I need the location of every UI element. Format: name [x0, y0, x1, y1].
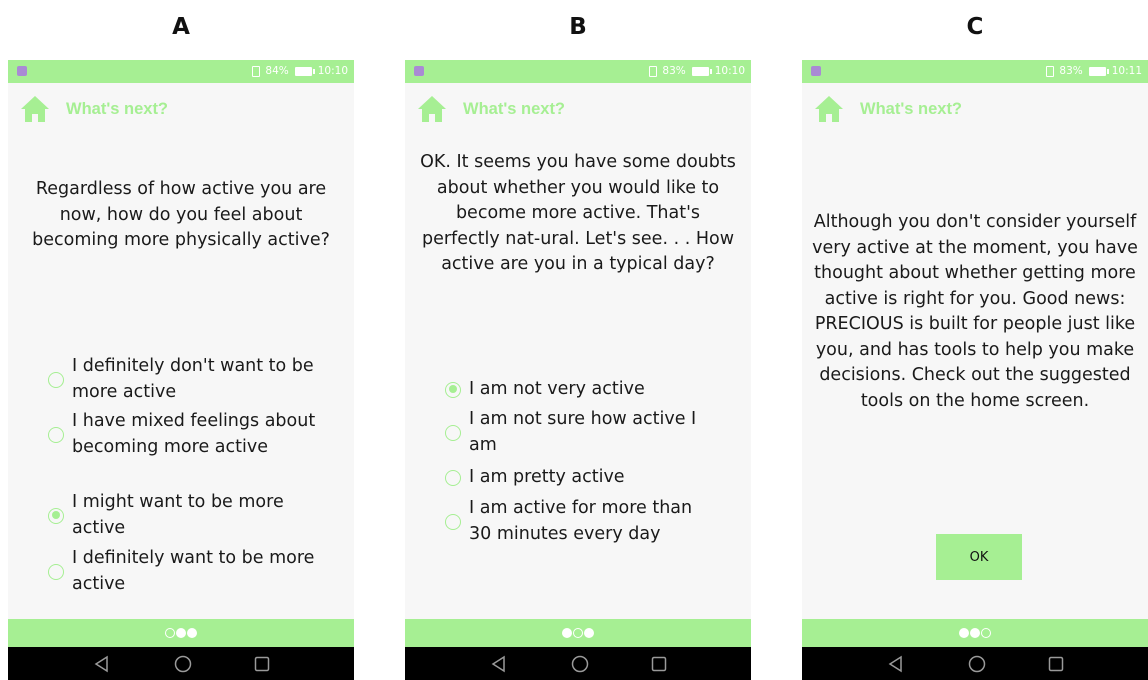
back-icon[interactable] — [887, 655, 905, 673]
status-bar: 84% 10:10 — [8, 60, 354, 83]
status-time: 10:10 — [317, 65, 348, 77]
page-dot-active — [176, 628, 186, 638]
option-label: I definitely don't want to be more activ… — [72, 356, 314, 402]
option-item[interactable]: I definitely want to be more active — [48, 546, 318, 597]
status-info: 84% 10:10 — [252, 65, 348, 77]
battery-percent: 84% — [265, 65, 289, 77]
status-bar: 83% 10:11 — [802, 60, 1148, 83]
sim-icon — [649, 65, 658, 77]
page-indicator — [802, 619, 1148, 647]
option-item[interactable]: I might want to be more active — [48, 490, 318, 541]
battery-icon — [294, 66, 315, 76]
phone-screen: 84% 10:10 What's next? Regardless of how… — [8, 60, 354, 680]
phone-screen: 83% 10:11 What's next? Although you don'… — [802, 60, 1148, 680]
navigation-bar — [802, 647, 1148, 680]
page-dot-active — [584, 628, 594, 638]
message-text: Although you don't consider yourself ver… — [812, 212, 1138, 411]
header: What's next? — [20, 95, 168, 123]
page-dot — [981, 628, 991, 638]
sim-icon — [1046, 65, 1055, 77]
panel-b: B 83% 10:10 What's next? OK. It seems yo… — [405, 0, 751, 680]
home-circle-icon[interactable] — [968, 655, 986, 673]
home-icon[interactable] — [20, 95, 50, 123]
question-text: Regardless of how active you are now, ho… — [32, 179, 330, 250]
option-item[interactable]: I have mixed feelings about becoming mor… — [48, 409, 318, 460]
option-label: I am not sure how active I am — [469, 409, 697, 455]
status-info: 83% 10:10 — [649, 65, 745, 77]
home-icon[interactable] — [814, 95, 844, 123]
page-indicator — [8, 619, 354, 647]
page-dot — [165, 628, 175, 638]
ok-button[interactable]: OK — [936, 534, 1022, 580]
home-icon[interactable] — [417, 95, 447, 123]
page-dot-active — [959, 628, 969, 638]
header: What's next? — [814, 95, 962, 123]
option-label: I am not very active — [469, 379, 645, 399]
panel-letter: B — [569, 14, 587, 40]
option-item[interactable]: I am not very active — [445, 377, 715, 403]
home-circle-icon[interactable] — [571, 655, 589, 673]
option-item[interactable]: I am not sure how active I am — [445, 407, 715, 458]
status-info: 83% 10:11 — [1046, 65, 1142, 77]
header-title: What's next? — [860, 99, 963, 118]
status-time: 10:10 — [714, 65, 745, 77]
radio-button[interactable] — [445, 424, 461, 441]
radio-button[interactable] — [445, 513, 461, 530]
header-title: What's next? — [463, 99, 566, 118]
panel-letter: A — [172, 14, 190, 40]
option-label: I have mixed feelings about becoming mor… — [72, 411, 316, 457]
recent-apps-icon[interactable] — [1047, 655, 1065, 673]
question-text: OK. It seems you have some doubts about … — [420, 152, 736, 274]
option-label: I am pretty active — [469, 467, 625, 487]
radio-button[interactable] — [445, 469, 461, 486]
radio-button[interactable] — [48, 426, 64, 443]
page-dot — [573, 628, 583, 638]
panel-c: C 83% 10:11 What's next? Although you do… — [802, 0, 1148, 680]
battery-percent: 83% — [1059, 65, 1083, 77]
page-dot-active — [187, 628, 197, 638]
page-dot-active — [970, 628, 980, 638]
option-item[interactable]: I definitely don't want to be more activ… — [48, 354, 318, 405]
radio-button[interactable] — [48, 563, 64, 580]
header-title: What's next? — [66, 99, 169, 118]
battery-icon — [691, 66, 712, 76]
navigation-bar — [405, 647, 751, 680]
battery-icon — [1088, 66, 1109, 76]
recent-apps-icon[interactable] — [650, 655, 668, 673]
page-indicator — [405, 619, 751, 647]
sim-icon — [252, 65, 261, 77]
option-label: I definitely want to be more active — [72, 548, 315, 594]
recent-apps-icon[interactable] — [253, 655, 271, 673]
panel-a: A 84% 10:10 What's next? Regardless of h… — [8, 0, 354, 680]
option-item[interactable]: I am active for more than 30 minutes eve… — [445, 496, 715, 547]
navigation-bar — [8, 647, 354, 680]
battery-percent: 83% — [662, 65, 686, 77]
home-circle-icon[interactable] — [174, 655, 192, 673]
radio-button-selected[interactable] — [48, 507, 64, 524]
notification-icon — [811, 66, 821, 76]
status-bar: 83% 10:10 — [405, 60, 751, 83]
header: What's next? — [417, 95, 565, 123]
phone-screen: 83% 10:10 What's next? OK. It seems you … — [405, 60, 751, 680]
panel-letter: C — [966, 14, 984, 40]
page-dot-active — [562, 628, 572, 638]
back-icon[interactable] — [93, 655, 111, 673]
option-item[interactable]: I am pretty active — [445, 465, 715, 491]
status-time: 10:11 — [1111, 65, 1142, 77]
option-label: I am active for more than 30 minutes eve… — [469, 498, 693, 544]
notification-icon — [414, 66, 424, 76]
radio-button-selected[interactable] — [445, 381, 461, 398]
back-icon[interactable] — [490, 655, 508, 673]
radio-button[interactable] — [48, 371, 64, 388]
option-label: I might want to be more active — [72, 492, 284, 538]
notification-icon — [17, 66, 27, 76]
